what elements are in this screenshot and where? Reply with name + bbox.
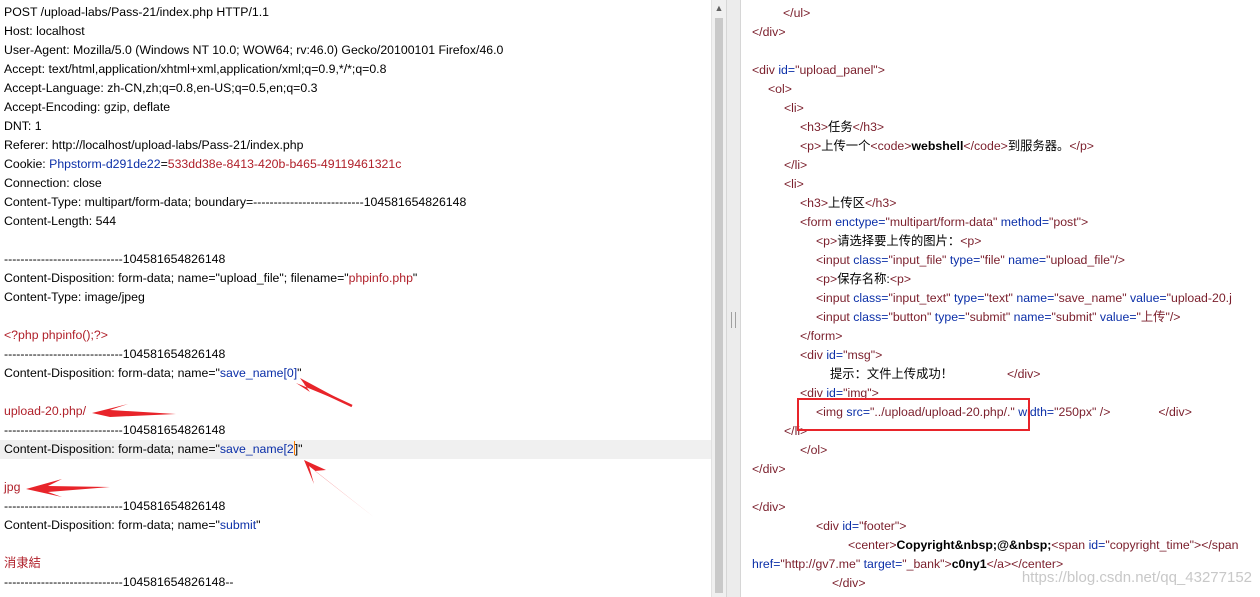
- response-line: <h3>上传区</h3>: [800, 196, 897, 210]
- request-scrollbar[interactable]: ▲: [711, 0, 726, 597]
- php-payload: <?php phpinfo();?>: [4, 328, 108, 342]
- response-line: <div id="upload_panel">: [752, 63, 885, 77]
- response-line: </ul>: [783, 6, 811, 20]
- response-line: <div id="msg">: [800, 348, 883, 362]
- response-line: </div>: [752, 500, 786, 514]
- response-line: </div>: [832, 576, 866, 590]
- response-line: <center>Copyright&nbsp;@&nbsp;<span id="…: [848, 538, 1239, 552]
- header-referer: Referer: http://localhost/upload-labs/Pa…: [4, 138, 304, 152]
- header-accept-language: Accept-Language: zh-CN,zh;q=0.8,en-US;q=…: [4, 81, 318, 95]
- splitter-grip-icon[interactable]: [731, 312, 736, 328]
- scroll-up-arrow-icon[interactable]: ▲: [712, 3, 726, 13]
- boundary-line: -----------------------------10458165482…: [4, 499, 226, 513]
- boundary-line: -----------------------------10458165482…: [4, 252, 226, 266]
- header-content-type: Content-Type: multipart/form-data; bound…: [4, 195, 467, 209]
- boundary-line: -----------------------------10458165482…: [4, 423, 226, 437]
- response-line: <div id="footer">: [816, 519, 907, 533]
- header-dnt: DNT: 1: [4, 119, 42, 133]
- boundary-line: -----------------------------10458165482…: [4, 347, 226, 361]
- submit-value: 消隶結: [4, 556, 41, 570]
- arrow-to-upload-value: [92, 404, 176, 421]
- response-line: </form>: [800, 329, 843, 343]
- response-line: href="http://gv7.me" target="_bank">c0ny…: [752, 557, 1064, 571]
- content-disposition-file: Content-Disposition: form-data; name="up…: [4, 271, 418, 285]
- response-line: <p>保存名称:<p>: [816, 272, 912, 286]
- response-line: </ol>: [800, 443, 828, 457]
- arrow-to-save-name-2: [304, 460, 375, 518]
- response-viewer[interactable]: </ul> </div> <div id="upload_panel"> <ol…: [741, 0, 1260, 597]
- header-cookie: Cookie: Phpstorm-d291de22=533dd38e-8413-…: [4, 157, 402, 171]
- response-line: <input class="button" type="submit" name…: [816, 310, 1181, 324]
- header-host: Host: localhost: [4, 24, 85, 38]
- arrow-to-save-name-0: [296, 378, 353, 408]
- watermark: https://blog.csdn.net/qq_43277152: [1021, 569, 1252, 586]
- response-line: <ol>: [768, 82, 792, 96]
- content-disposition-save-name-0: Content-Disposition: form-data; name="sa…: [4, 366, 302, 380]
- content-disposition-save-name-2[interactable]: Content-Disposition: form-data; name="sa…: [0, 440, 711, 459]
- header-accept-encoding: Accept-Encoding: gzip, deflate: [4, 100, 171, 114]
- request-editor[interactable]: POST /upload-labs/Pass-21/index.php HTTP…: [0, 0, 712, 597]
- save-name-0-value: upload-20.php/: [4, 404, 87, 418]
- response-line: <form enctype="multipart/form-data" meth…: [800, 215, 1089, 229]
- response-line: </div>: [752, 25, 786, 39]
- response-line: </div>: [752, 462, 786, 476]
- response-line: <li>: [784, 101, 804, 115]
- response-line: <input class="input_text" type="text" na…: [816, 291, 1232, 305]
- pane-splitter[interactable]: [726, 0, 741, 597]
- response-line: <input class="input_file" type="file" na…: [816, 253, 1125, 267]
- response-line: <p>上传一个<code>webshell</code>到服务器。</p>: [800, 139, 1094, 153]
- header-user-agent: User-Agent: Mozilla/5.0 (Windows NT 10.0…: [4, 43, 504, 57]
- header-connection: Connection: close: [4, 176, 102, 190]
- content-disposition-submit: Content-Disposition: form-data; name="su…: [4, 518, 261, 532]
- boundary-end-line: -----------------------------10458165482…: [4, 575, 234, 589]
- content-type-file: Content-Type: image/jpeg: [4, 290, 145, 304]
- scrollbar-thumb[interactable]: [715, 18, 723, 593]
- header-content-length: Content-Length: 544: [4, 214, 117, 228]
- response-line: <li>: [784, 177, 804, 191]
- response-line: </li>: [784, 158, 808, 172]
- arrow-to-jpg-value: [26, 479, 110, 497]
- response-line: 提示：文件上传成功！ </div>: [830, 367, 1041, 381]
- response-line: <p>请选择要上传的图片：<p>: [816, 234, 982, 248]
- highlight-box: [797, 398, 1030, 431]
- request-line: POST /upload-labs/Pass-21/index.php HTTP…: [4, 5, 269, 19]
- response-line: <h3>任务</h3>: [800, 120, 885, 134]
- header-accept: Accept: text/html,application/xhtml+xml,…: [4, 62, 387, 76]
- save-name-2-value: jpg: [4, 480, 21, 494]
